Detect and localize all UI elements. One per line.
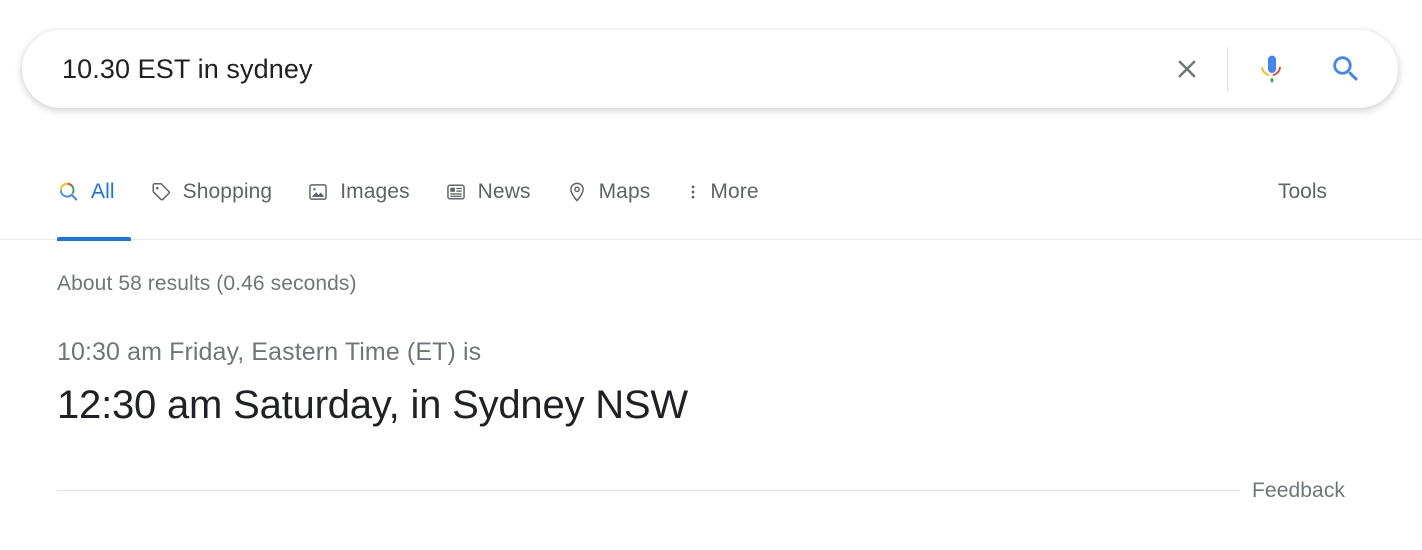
- close-icon[interactable]: [1161, 43, 1213, 95]
- google-search-results-page: All Shopping: [0, 0, 1422, 550]
- tab-shopping-label: Shopping: [182, 180, 273, 203]
- newspaper-icon: [444, 180, 468, 204]
- map-pin-icon: [565, 180, 589, 204]
- search-bar[interactable]: [22, 30, 1398, 108]
- tab-images[interactable]: Images: [306, 168, 410, 216]
- tools-button[interactable]: Tools: [1278, 168, 1327, 216]
- converted-time-text: 12:30 am Saturday, in Sydney NSW: [57, 383, 688, 427]
- source-time-text: 10:30 am Friday, Eastern Time (ET) is: [57, 338, 482, 366]
- time-conversion-answer: 10:30 am Friday, Eastern Time (ET) is 12…: [57, 336, 1257, 430]
- tab-images-label: Images: [340, 180, 410, 203]
- search-nav-bar: All Shopping Images News Maps More Tools: [0, 168, 1422, 241]
- result-stats: About 58 results (0.46 seconds): [57, 272, 357, 295]
- tab-maps-label: Maps: [598, 180, 651, 203]
- tab-more-label: More: [710, 180, 759, 203]
- tab-shopping[interactable]: Shopping: [149, 168, 273, 216]
- tab-more[interactable]: More: [684, 168, 759, 216]
- tab-all-label: All: [91, 180, 115, 203]
- search-icon[interactable]: [1320, 43, 1372, 95]
- image-icon: [306, 180, 330, 204]
- active-tab-underline: [57, 237, 131, 241]
- search-bar-container: [22, 30, 1398, 108]
- tab-news[interactable]: News: [444, 168, 531, 216]
- search-input[interactable]: [62, 52, 1161, 86]
- more-vertical-icon: [684, 180, 702, 204]
- microphone-icon[interactable]: [1246, 43, 1298, 95]
- search-nav-items: All Shopping Images News Maps More Tools: [57, 168, 1422, 238]
- tab-maps[interactable]: Maps: [565, 168, 651, 216]
- answer-divider: [57, 490, 1240, 491]
- tab-all[interactable]: All: [57, 168, 115, 216]
- search-bar-actions: [1161, 30, 1372, 108]
- search-bar-divider: [1227, 47, 1228, 91]
- feedback-link[interactable]: Feedback: [1252, 477, 1345, 505]
- tag-icon: [149, 180, 173, 204]
- google-search-icon: [57, 180, 81, 204]
- tab-news-label: News: [477, 180, 531, 203]
